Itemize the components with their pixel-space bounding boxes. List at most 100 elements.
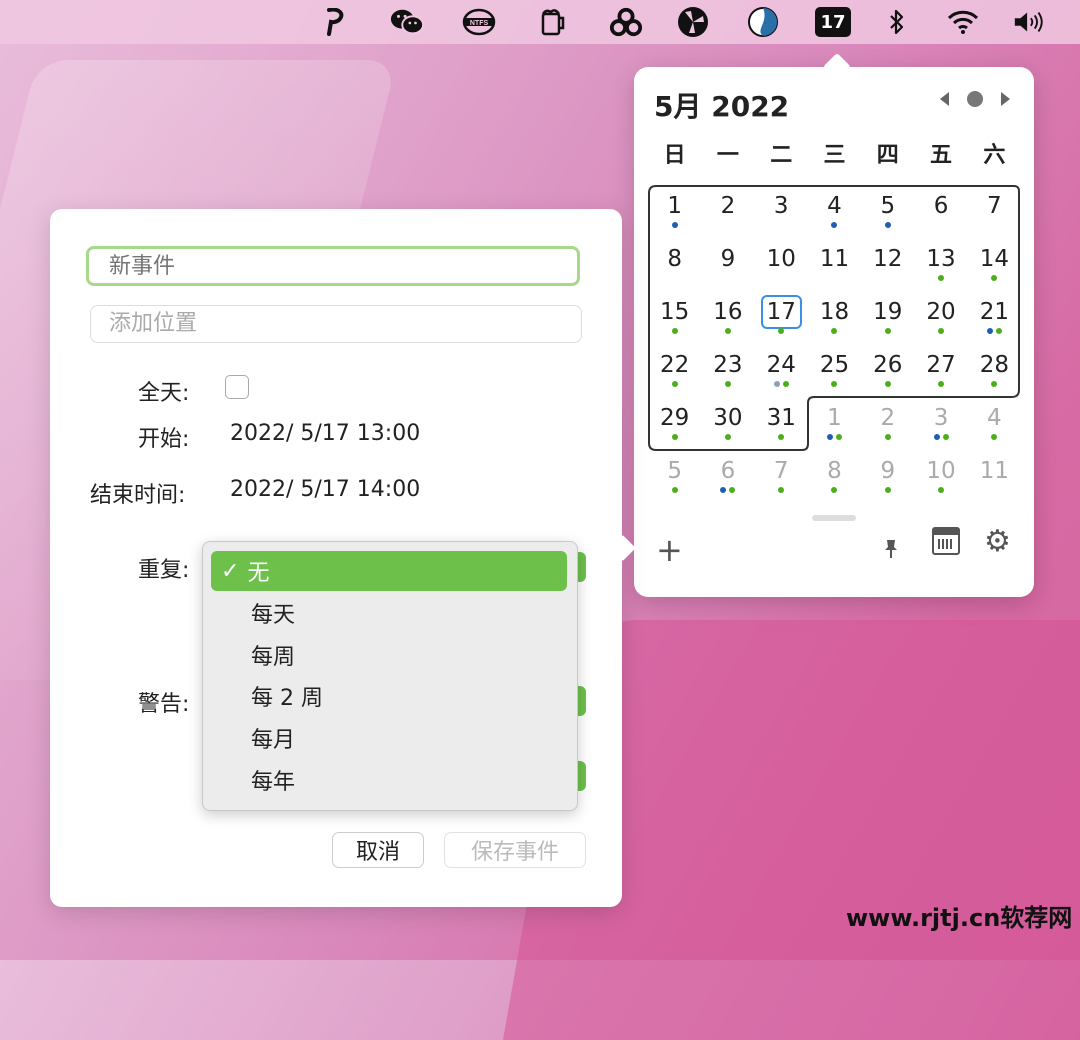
pocket-p-icon[interactable] xyxy=(318,6,352,38)
day-cell[interactable]: 21 xyxy=(968,291,1021,344)
today-button-icon[interactable] xyxy=(967,91,983,107)
event-dots xyxy=(701,434,754,440)
cancel-button[interactable]: 取消 xyxy=(332,832,424,868)
day-cell[interactable]: 27 xyxy=(914,344,967,397)
event-dots xyxy=(648,381,701,387)
day-cell[interactable]: 3 xyxy=(755,185,808,238)
event-dots xyxy=(861,222,914,228)
day-cell[interactable]: 9 xyxy=(701,238,754,291)
event-dots xyxy=(914,275,967,281)
repeat-option-biweekly[interactable]: 每 2 周 xyxy=(211,676,567,716)
start-datetime[interactable]: 2022/ 5/17 13:00 xyxy=(230,421,420,446)
day-cell[interactable]: 1 xyxy=(808,397,861,450)
event-dot xyxy=(826,434,833,440)
mug-icon[interactable] xyxy=(536,6,570,38)
day-cell[interactable]: 20 xyxy=(914,291,967,344)
day-cell[interactable]: 7 xyxy=(755,450,808,503)
day-cell[interactable]: 2 xyxy=(861,397,914,450)
gear-icon[interactable]: ⚙ xyxy=(984,527,1011,557)
day-cell[interactable]: 18 xyxy=(808,291,861,344)
menu-item-label: 无 xyxy=(247,561,270,586)
day-cell[interactable]: 30 xyxy=(701,397,754,450)
day-cell[interactable]: 12 xyxy=(861,238,914,291)
repeat-option-daily[interactable]: 每天 xyxy=(211,593,567,633)
day-cell[interactable]: 3 xyxy=(914,397,967,450)
allday-checkbox[interactable] xyxy=(225,375,249,399)
weekday-label: 日 xyxy=(663,143,686,168)
day-number: 11 xyxy=(819,246,850,272)
event-title-input[interactable] xyxy=(86,246,580,286)
day-cell[interactable]: 11 xyxy=(968,450,1021,503)
day-cell[interactable]: 11 xyxy=(808,238,861,291)
repeat-option-weekly[interactable]: 每周 xyxy=(211,635,567,675)
wifi-icon[interactable] xyxy=(946,6,980,38)
day-number: 17 xyxy=(760,295,802,329)
event-dot xyxy=(720,487,727,493)
day-cell[interactable]: 4 xyxy=(968,397,1021,450)
day-cell[interactable]: 4 xyxy=(808,185,861,238)
bluetooth-icon[interactable] xyxy=(880,6,914,38)
day-cell[interactable]: 28 xyxy=(968,344,1021,397)
repeat-option-monthly[interactable]: 每月 xyxy=(211,718,567,758)
day-cell[interactable]: 13 xyxy=(914,238,967,291)
day-number: 20 xyxy=(926,299,956,325)
calendar-date-icon[interactable]: 17 xyxy=(815,7,851,37)
event-dot xyxy=(724,328,731,334)
wechat-icon[interactable] xyxy=(390,6,424,38)
pin-icon[interactable] xyxy=(884,539,898,559)
day-cell[interactable]: 25 xyxy=(808,344,861,397)
weekday-header: 日 一 二 三 四 五 六 xyxy=(648,137,1021,169)
event-dots xyxy=(808,381,861,387)
repeat-option-yearly[interactable]: 每年 xyxy=(211,760,567,800)
day-cell[interactable]: 14 xyxy=(968,238,1021,291)
menu-item-label: 每 2 周 xyxy=(251,686,323,711)
day-number: 9 xyxy=(880,458,896,484)
day-cell[interactable]: 6 xyxy=(914,185,967,238)
weekday-label: 二 xyxy=(770,143,793,168)
day-cell[interactable]: 6 xyxy=(701,450,754,503)
event-dots xyxy=(861,434,914,440)
save-event-button[interactable]: 保存事件 xyxy=(444,832,586,868)
day-cell[interactable]: 7 xyxy=(968,185,1021,238)
day-cell[interactable]: 23 xyxy=(701,344,754,397)
allday-label: 全天: xyxy=(138,381,190,406)
previous-month-icon[interactable] xyxy=(940,92,949,106)
day-cell[interactable]: 10 xyxy=(755,238,808,291)
day-cell[interactable]: 29 xyxy=(648,397,701,450)
event-dot xyxy=(671,222,678,228)
add-event-icon[interactable]: + xyxy=(656,531,683,569)
fan-icon[interactable] xyxy=(676,6,710,38)
day-cell-today[interactable]: 17 xyxy=(755,291,808,344)
day-cell[interactable]: 22 xyxy=(648,344,701,397)
event-dots xyxy=(808,222,861,228)
day-cell[interactable]: 31 xyxy=(755,397,808,450)
ntfs-icon[interactable]: NTFS xyxy=(462,6,496,38)
day-cell[interactable]: 5 xyxy=(861,185,914,238)
event-dots xyxy=(968,381,1021,387)
event-dots xyxy=(808,328,861,334)
repeat-option-none[interactable]: ✓ 无 xyxy=(211,551,567,591)
day-cell[interactable]: 16 xyxy=(701,291,754,344)
calendar-app-icon[interactable] xyxy=(932,527,960,555)
day-cell[interactable]: 19 xyxy=(861,291,914,344)
next-month-icon[interactable] xyxy=(1001,92,1010,106)
day-cell[interactable]: 15 xyxy=(648,291,701,344)
day-cell[interactable]: 5 xyxy=(648,450,701,503)
repeat-dropdown-menu: ✓ 无 每天 每周 每 2 周 每月 每年 xyxy=(202,541,578,811)
day-cell[interactable]: 26 xyxy=(861,344,914,397)
day-cell[interactable]: 8 xyxy=(648,238,701,291)
day-cell[interactable]: 2 xyxy=(701,185,754,238)
event-dots xyxy=(861,487,914,493)
end-datetime[interactable]: 2022/ 5/17 14:00 xyxy=(230,477,420,502)
day-cell[interactable]: 24 xyxy=(755,344,808,397)
day-cell[interactable]: 8 xyxy=(808,450,861,503)
browser-icon[interactable] xyxy=(746,6,780,38)
event-dot xyxy=(884,222,891,228)
rings-icon[interactable] xyxy=(609,6,643,38)
day-cell[interactable]: 10 xyxy=(914,450,967,503)
volume-icon[interactable] xyxy=(1012,6,1046,38)
location-input[interactable]: 添加位置 xyxy=(90,305,582,343)
event-dot xyxy=(724,434,731,440)
day-cell[interactable]: 1 xyxy=(648,185,701,238)
day-cell[interactable]: 9 xyxy=(861,450,914,503)
